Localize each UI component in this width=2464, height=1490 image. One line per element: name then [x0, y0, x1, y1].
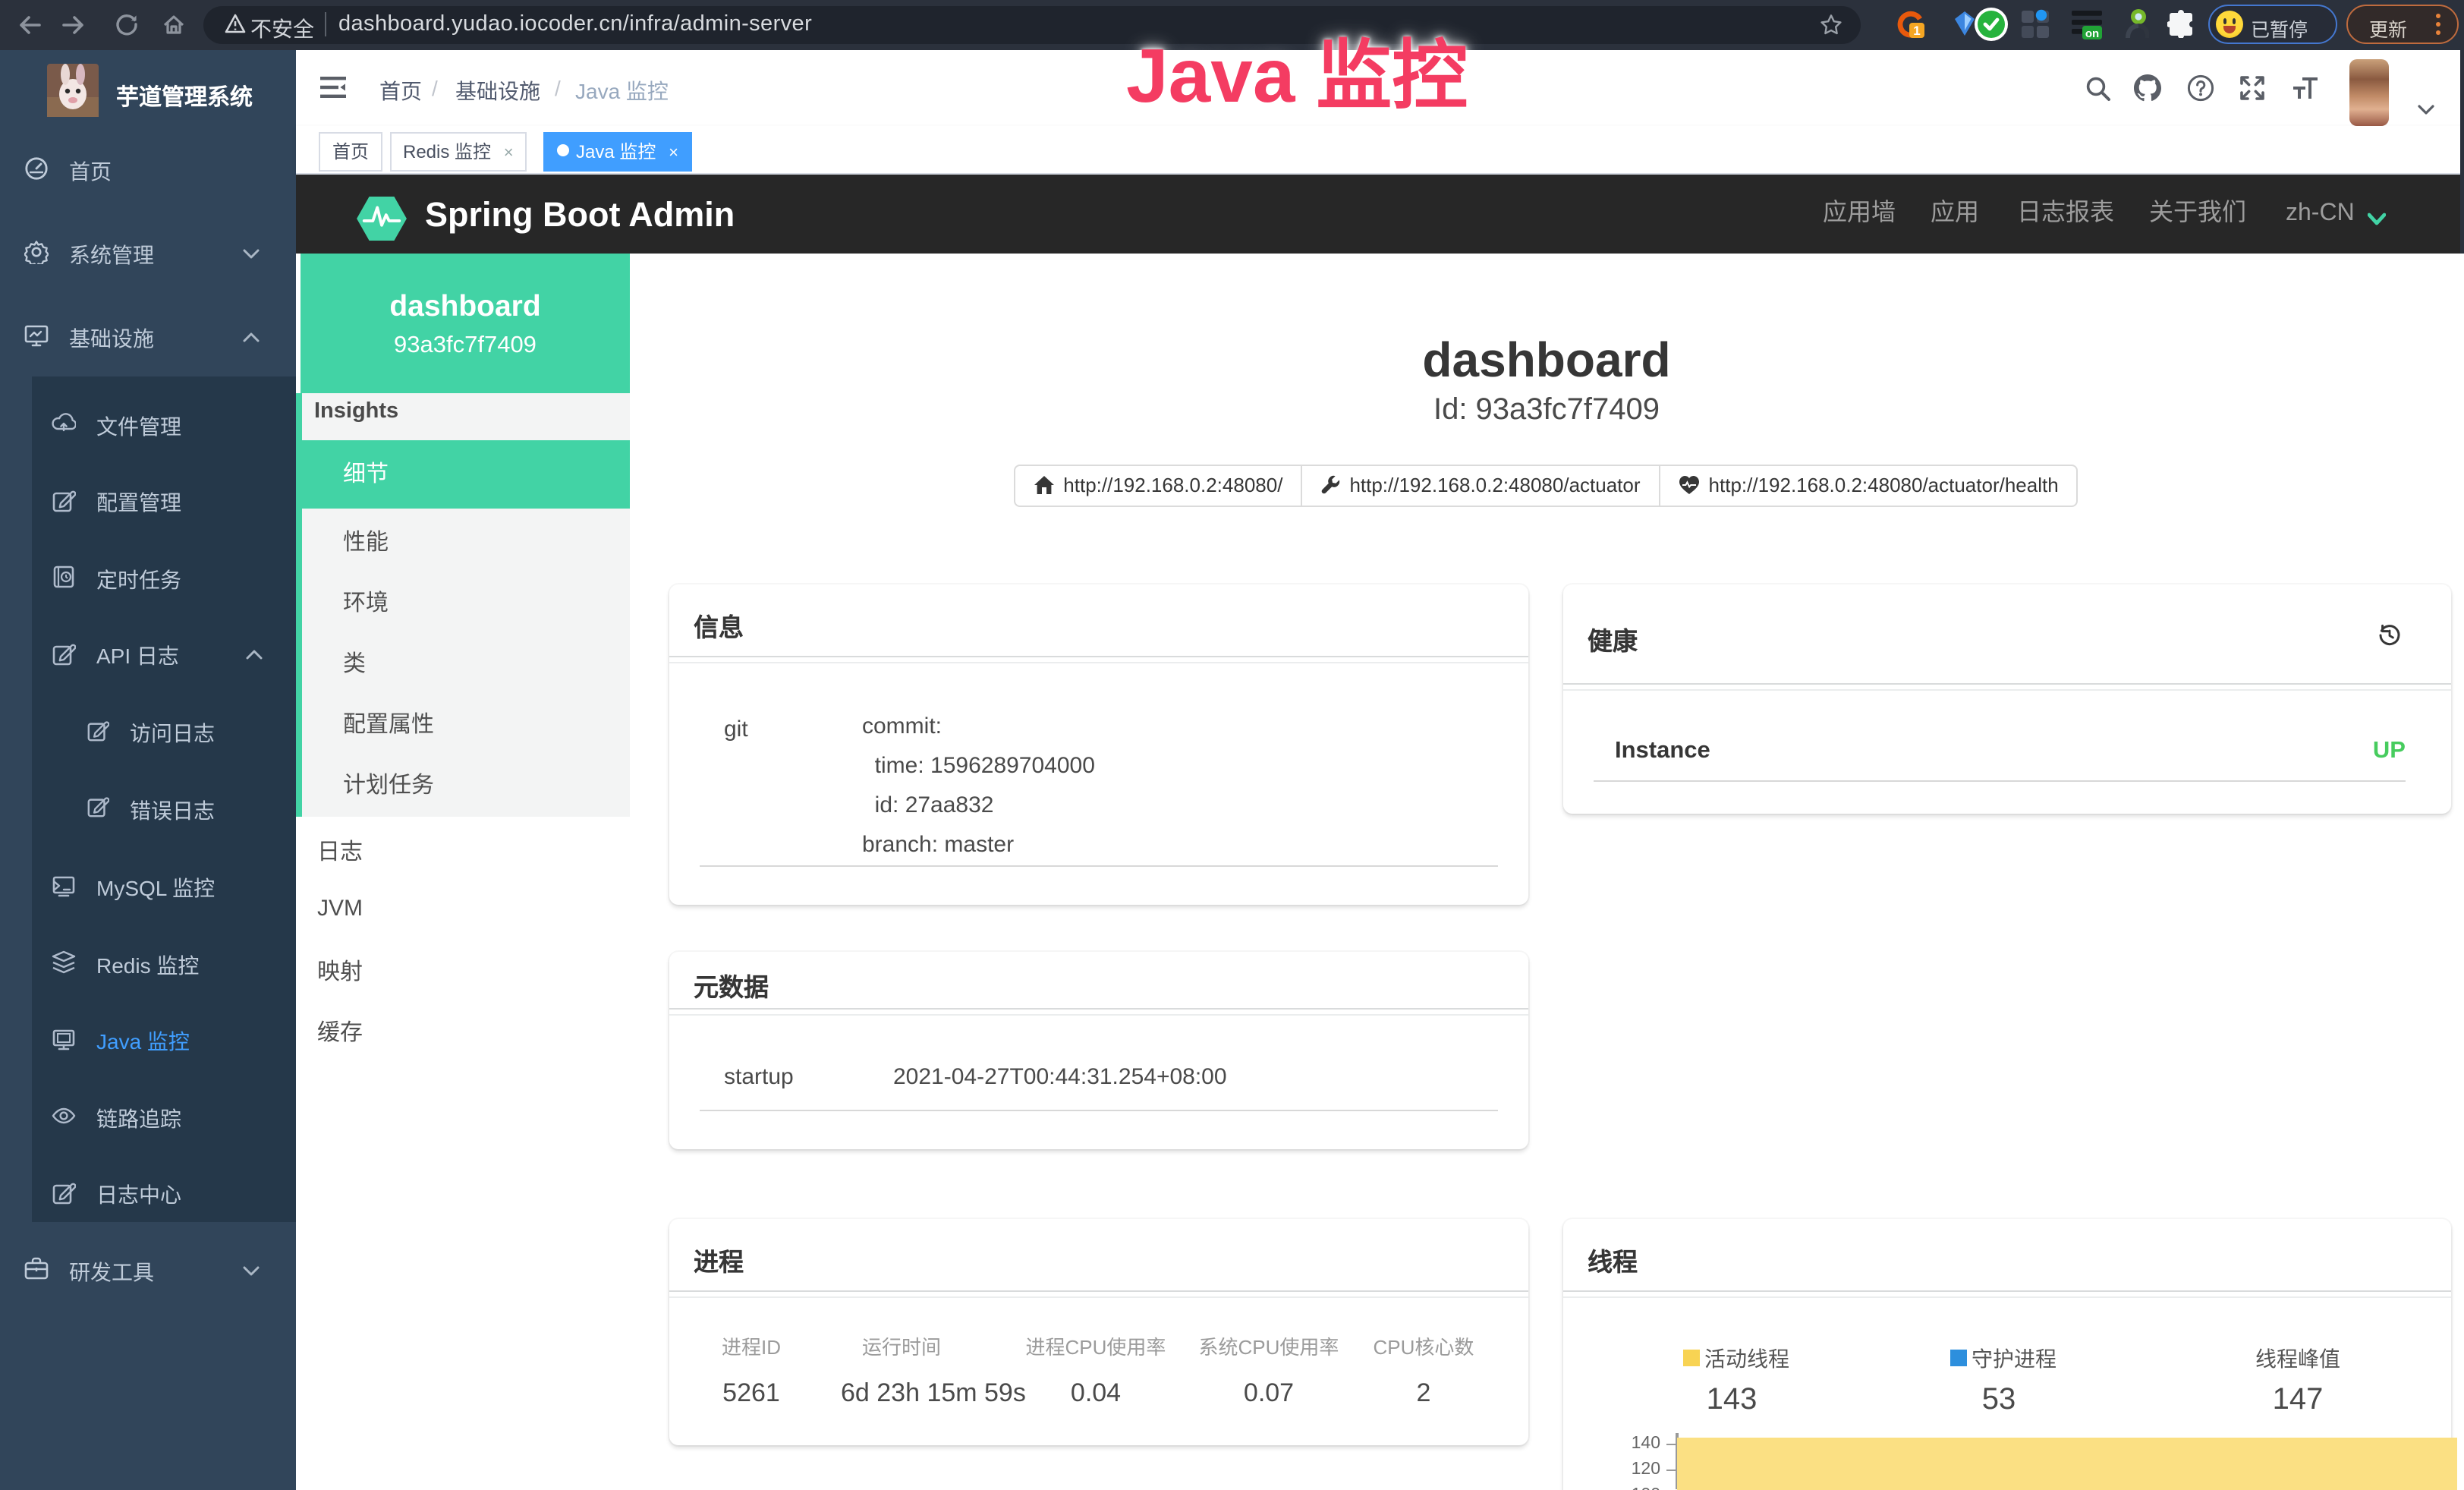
- svg-text:1: 1: [1913, 24, 1920, 38]
- svg-text:on: on: [2085, 27, 2099, 40]
